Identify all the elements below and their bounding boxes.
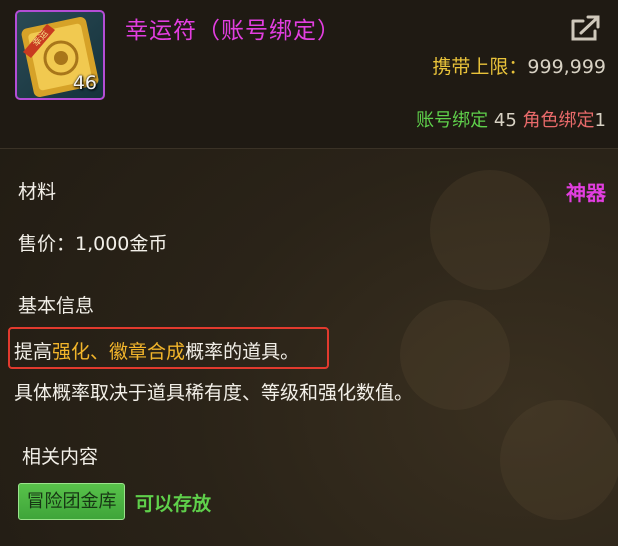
header-divider	[0, 148, 618, 149]
account-bind-label: 账号绑定	[416, 110, 489, 131]
description-line-2: 具体概率取决于道具稀有度、等级和强化数值。	[14, 382, 414, 404]
item-price: 售价：1,000金币	[18, 233, 168, 255]
item-header: 幸运 46 幸运符（账号绑定） 携带上限：999,999 账号绑定 45 角色绑…	[0, 0, 618, 148]
item-category: 材料	[18, 181, 57, 203]
carry-limit-label: 携带上限：	[432, 56, 528, 78]
desc-separator: 、	[90, 341, 110, 363]
adventure-guild-vault-tag[interactable]: 冒险团金库	[18, 483, 125, 520]
item-name: 幸运符（账号绑定）	[125, 18, 341, 44]
item-icon-slot[interactable]: 幸运 46	[15, 10, 105, 100]
desc-suffix: 概率的道具。	[185, 341, 300, 363]
role-bind-label: 角色绑定	[522, 110, 595, 131]
desc-prefix: 提高	[14, 341, 53, 363]
desc-highlight-emblem: 徽章合成	[109, 341, 186, 363]
carry-limit-value: 999,999	[527, 56, 606, 78]
item-tooltip-panel: 幸运 46 幸运符（账号绑定） 携带上限：999,999 账号绑定 45 角色绑…	[0, 0, 618, 546]
role-bind-count: 1	[594, 110, 606, 131]
background-decoration	[500, 400, 618, 520]
background-decoration	[430, 170, 550, 290]
desc-highlight-enhance: 强化	[52, 341, 91, 363]
bind-counts: 账号绑定 45 角色绑定1	[416, 106, 606, 132]
description-line-1: 提高强化、徽章合成概率的道具。	[14, 337, 299, 364]
related-content-title: 相关内容	[22, 446, 99, 468]
storage-status: 可以存放	[135, 493, 212, 515]
item-grade: 神器	[566, 181, 606, 205]
carry-limit: 携带上限：999,999	[432, 52, 606, 79]
background-decoration	[400, 300, 510, 410]
share-icon	[571, 15, 600, 41]
account-bind-count: 45	[493, 110, 517, 131]
item-quantity: 46	[72, 72, 97, 94]
share-button[interactable]	[569, 13, 603, 43]
basic-info-title: 基本信息	[18, 295, 95, 317]
